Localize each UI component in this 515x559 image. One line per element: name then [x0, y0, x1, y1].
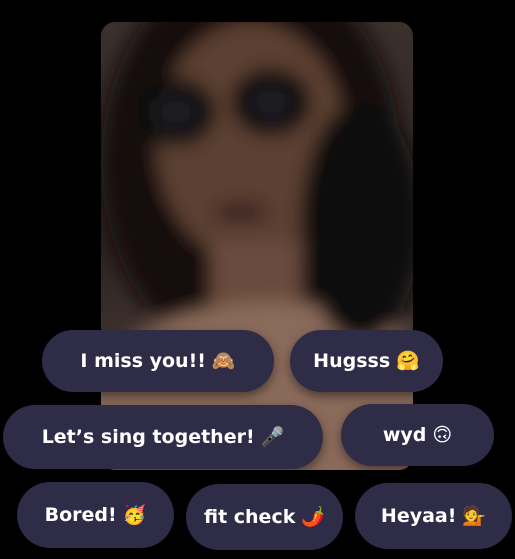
- hugging-face-icon: 🤗: [396, 349, 420, 372]
- reply-label: wyd: [382, 424, 427, 446]
- tipping-hand-icon: 💁: [462, 504, 487, 527]
- party-face-icon: 🥳: [122, 503, 147, 526]
- reply-chip-lets-sing-together[interactable]: Let’s sing together! 🎤: [3, 405, 323, 469]
- reply-label: fit check: [203, 506, 296, 528]
- blurred-profile-photo: [101, 22, 413, 470]
- upside-down-face-icon: 🙃: [432, 423, 453, 446]
- chat-suggestions-stage: I miss you!! 🙈 Hugsss 🤗 Let’s sing toget…: [0, 0, 515, 559]
- monkey-icon: 🙈: [211, 349, 236, 372]
- reply-chip-wyd[interactable]: wyd 🙃: [341, 404, 494, 466]
- reply-chip-bored[interactable]: Bored! 🥳: [17, 482, 174, 548]
- reply-label: Heyaa!: [380, 505, 457, 527]
- chili-pepper-icon: 🌶️: [301, 505, 326, 528]
- reply-chip-fit-check[interactable]: fit check 🌶️: [186, 484, 343, 550]
- reply-label: Let’s sing together!: [41, 426, 255, 448]
- reply-chip-i-miss-you[interactable]: I miss you!! 🙈: [42, 330, 274, 392]
- reply-label: Bored!: [44, 504, 117, 526]
- reply-label: I miss you!!: [80, 350, 206, 372]
- reply-chip-heyaa[interactable]: Heyaa! 💁: [355, 483, 512, 549]
- reply-label: Hugsss: [313, 350, 391, 372]
- microphone-icon: 🎤: [260, 425, 285, 448]
- reply-chip-hugsss[interactable]: Hugsss 🤗: [290, 330, 443, 392]
